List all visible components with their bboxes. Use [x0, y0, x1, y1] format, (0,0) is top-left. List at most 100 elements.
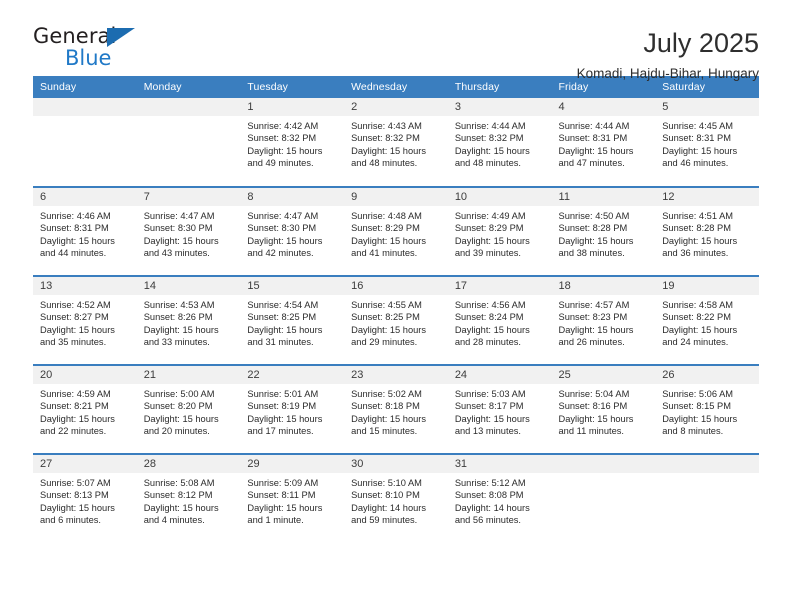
generalblue-logo: General Blue [33, 26, 153, 78]
calendar-day-cell-empty [33, 98, 137, 187]
sunrise-text: Sunrise: 5:02 AM [351, 389, 422, 399]
calendar-day-cell[interactable]: 14 Sunrise: 4:53 AM Sunset: 8:26 PM Dayligh… [136, 275, 241, 365]
weekday-header-wednesday: Wednesday [344, 76, 448, 98]
calendar-day-cell[interactable]: 17 Sunrise: 4:56 AM Sunset: 8:24 PM Dayligh… [447, 275, 552, 365]
day-details: Sunrise: 4:57 AM Sunset: 8:23 PM Daylight:… [552, 295, 656, 349]
day-number: 10 [447, 188, 552, 206]
sunset-text: Sunset: 8:27 PM [40, 312, 109, 323]
sunset-text: Sunset: 8:08 PM [454, 490, 524, 501]
calendar-day-cell[interactable]: 27 Sunrise: 5:07 AM Sunset: 8:13 PM Dayligh… [33, 453, 137, 543]
sunset-text: Sunset: 8:30 PM [143, 223, 213, 234]
sunrise-text: Sunrise: 4:56 AM [454, 300, 526, 310]
calendar-day-cell[interactable]: 26 Sunrise: 5:06 AM Sunset: 8:15 PM Dayligh… [655, 364, 759, 454]
page-header: General Blue July 2025 Komadi, Hajdu-Bih… [33, 0, 759, 82]
calendar-day-cell[interactable]: 4 Sunrise: 4:44 AM Sunset: 8:31 PM Daylight… [551, 98, 656, 187]
calendar-day-cell[interactable]: 18 Sunrise: 4:57 AM Sunset: 8:23 PM Dayligh… [551, 275, 656, 365]
day-number [136, 98, 241, 116]
calendar-day-cell[interactable]: 25 Sunrise: 5:04 AM Sunset: 8:16 PM Dayligh… [551, 364, 656, 454]
day-number: 28 [136, 455, 241, 473]
sunset-text: Sunset: 8:29 PM [454, 223, 524, 234]
day-number: 2 [344, 98, 448, 116]
calendar-day-cell[interactable]: 7 Sunrise: 4:47 AM Sunset: 8:30 PM Daylight… [136, 186, 241, 276]
calendar-day-cell[interactable]: 5 Sunrise: 4:45 AM Sunset: 8:31 PM Daylight… [655, 98, 759, 187]
sunrise-text: Sunrise: 4:51 AM [662, 211, 734, 221]
calendar-day-cell[interactable]: 13 Sunrise: 4:52 AM Sunset: 8:27 PM Dayligh… [33, 275, 137, 365]
sunset-text: Sunset: 8:20 PM [143, 401, 213, 412]
calendar-day-cell[interactable]: 20 Sunrise: 4:59 AM Sunset: 8:21 PM Dayligh… [33, 364, 137, 454]
sunrise-text: Sunrise: 4:45 AM [662, 121, 734, 131]
day-number: 11 [551, 188, 656, 206]
calendar-day-cell[interactable]: 15 Sunrise: 4:54 AM Sunset: 8:25 PM Dayligh… [240, 275, 345, 365]
calendar-day-cell[interactable]: 2 Sunrise: 4:43 AM Sunset: 8:32 PM Daylight… [344, 98, 448, 187]
day-details: Sunrise: 4:45 AM Sunset: 8:31 PM Daylight:… [655, 116, 759, 170]
calendar-day-cell[interactable]: 23 Sunrise: 5:02 AM Sunset: 8:18 PM Dayligh… [344, 364, 448, 454]
logo-text-general: General [33, 24, 117, 48]
calendar-day-cell[interactable]: 1 Sunrise: 4:42 AM Sunset: 8:32 PM Daylight… [240, 98, 345, 187]
daylight-text: Daylight: 15 hours and 4 minutes. [143, 502, 219, 526]
calendar-day-cell[interactable]: 19 Sunrise: 4:58 AM Sunset: 8:22 PM Dayligh… [655, 275, 759, 365]
sunrise-text: Sunrise: 4:57 AM [558, 300, 630, 310]
calendar-day-cell[interactable]: 16 Sunrise: 4:55 AM Sunset: 8:25 PM Dayligh… [344, 275, 448, 365]
daylight-text: Daylight: 15 hours and 6 minutes. [40, 502, 115, 526]
day-details: Sunrise: 5:08 AM Sunset: 8:12 PM Daylight:… [137, 473, 241, 527]
day-number: 22 [240, 366, 345, 384]
sunset-text: Sunset: 8:25 PM [351, 312, 420, 323]
sunset-text: Sunset: 8:31 PM [558, 133, 628, 144]
calendar-day-cell[interactable]: 6 Sunrise: 4:46 AM Sunset: 8:31 PM Daylight… [33, 186, 137, 276]
calendar-day-cell[interactable]: 8 Sunrise: 4:47 AM Sunset: 8:30 PM Daylight… [240, 186, 345, 276]
sunrise-text: Sunrise: 4:44 AM [454, 121, 526, 131]
sunrise-text: Sunrise: 5:10 AM [351, 478, 422, 488]
sunset-text: Sunset: 8:32 PM [454, 133, 524, 144]
calendar-day-cell[interactable]: 30 Sunrise: 5:10 AM Sunset: 8:10 PM Dayligh… [344, 453, 448, 543]
day-details: Sunrise: 4:51 AM Sunset: 8:28 PM Daylight:… [655, 206, 759, 260]
day-number: 6 [33, 188, 137, 206]
sunrise-text: Sunrise: 4:50 AM [558, 211, 630, 221]
day-number: 26 [655, 366, 759, 384]
daylight-text: Daylight: 15 hours and 46 minutes. [662, 145, 738, 169]
page-subtitle: Komadi, Hajdu-Bihar, Hungary [576, 66, 759, 82]
logo-triangle-icon [107, 28, 135, 47]
day-details: Sunrise: 4:52 AM Sunset: 8:27 PM Daylight:… [33, 295, 137, 349]
calendar-day-cell[interactable]: 21 Sunrise: 5:00 AM Sunset: 8:20 PM Dayligh… [136, 364, 241, 454]
weekday-header-tuesday: Tuesday [240, 76, 345, 98]
calendar-day-cell[interactable]: 22 Sunrise: 5:01 AM Sunset: 8:19 PM Dayligh… [240, 364, 345, 454]
day-details: Sunrise: 5:12 AM Sunset: 8:08 PM Daylight:… [448, 473, 552, 527]
day-number: 20 [33, 366, 137, 384]
calendar-day-cell[interactable]: 31 Sunrise: 5:12 AM Sunset: 8:08 PM Dayligh… [447, 453, 552, 543]
daylight-text: Daylight: 15 hours and 43 minutes. [143, 235, 219, 259]
day-details: Sunrise: 4:47 AM Sunset: 8:30 PM Daylight:… [137, 206, 241, 260]
calendar-day-cell[interactable]: 9 Sunrise: 4:48 AM Sunset: 8:29 PM Daylight… [344, 186, 448, 276]
sunrise-text: Sunrise: 4:53 AM [143, 300, 215, 310]
calendar-day-cell[interactable]: 12 Sunrise: 4:51 AM Sunset: 8:28 PM Dayligh… [655, 186, 759, 276]
daylight-text: Daylight: 15 hours and 48 minutes. [454, 145, 530, 169]
sunset-text: Sunset: 8:28 PM [662, 223, 731, 234]
sunset-text: Sunset: 8:17 PM [454, 401, 524, 412]
daylight-text: Daylight: 15 hours and 47 minutes. [558, 145, 634, 169]
daylight-text: Daylight: 15 hours and 38 minutes. [558, 235, 634, 259]
day-number: 27 [33, 455, 137, 473]
day-number: 1 [240, 98, 345, 116]
daylight-text: Daylight: 14 hours and 59 minutes. [351, 502, 427, 526]
sunset-text: Sunset: 8:21 PM [40, 401, 109, 412]
sunrise-text: Sunrise: 4:55 AM [351, 300, 422, 310]
day-number [551, 455, 656, 473]
calendar-day-cell[interactable]: 24 Sunrise: 5:03 AM Sunset: 8:17 PM Dayligh… [447, 364, 552, 454]
day-details: Sunrise: 5:10 AM Sunset: 8:10 PM Daylight:… [344, 473, 448, 527]
sunset-text: Sunset: 8:23 PM [558, 312, 628, 323]
sunset-text: Sunset: 8:32 PM [247, 133, 317, 144]
calendar-day-cell[interactable]: 28 Sunrise: 5:08 AM Sunset: 8:12 PM Dayligh… [136, 453, 241, 543]
daylight-text: Daylight: 15 hours and 15 minutes. [351, 413, 427, 437]
day-details: Sunrise: 5:07 AM Sunset: 8:13 PM Daylight:… [33, 473, 137, 527]
sunrise-text: Sunrise: 5:03 AM [454, 389, 526, 399]
weekday-header-sunday: Sunday [33, 76, 137, 98]
sunrise-text: Sunrise: 5:08 AM [143, 478, 215, 488]
sunrise-text: Sunrise: 5:01 AM [247, 389, 319, 399]
calendar-day-cell[interactable]: 11 Sunrise: 4:50 AM Sunset: 8:28 PM Dayligh… [551, 186, 656, 276]
calendar-day-cell[interactable]: 10 Sunrise: 4:49 AM Sunset: 8:29 PM Dayligh… [447, 186, 552, 276]
calendar-day-cell[interactable]: 3 Sunrise: 4:44 AM Sunset: 8:32 PM Daylight… [447, 98, 552, 187]
calendar-day-cell[interactable]: 29 Sunrise: 5:09 AM Sunset: 8:11 PM Dayligh… [240, 453, 345, 543]
daylight-text: Daylight: 14 hours and 56 minutes. [454, 502, 530, 526]
sunrise-text: Sunrise: 5:06 AM [662, 389, 734, 399]
calendar-week-row: 1 Sunrise: 4:42 AM Sunset: 8:32 PM Daylight… [33, 98, 759, 187]
daylight-text: Daylight: 15 hours and 29 minutes. [351, 324, 427, 348]
